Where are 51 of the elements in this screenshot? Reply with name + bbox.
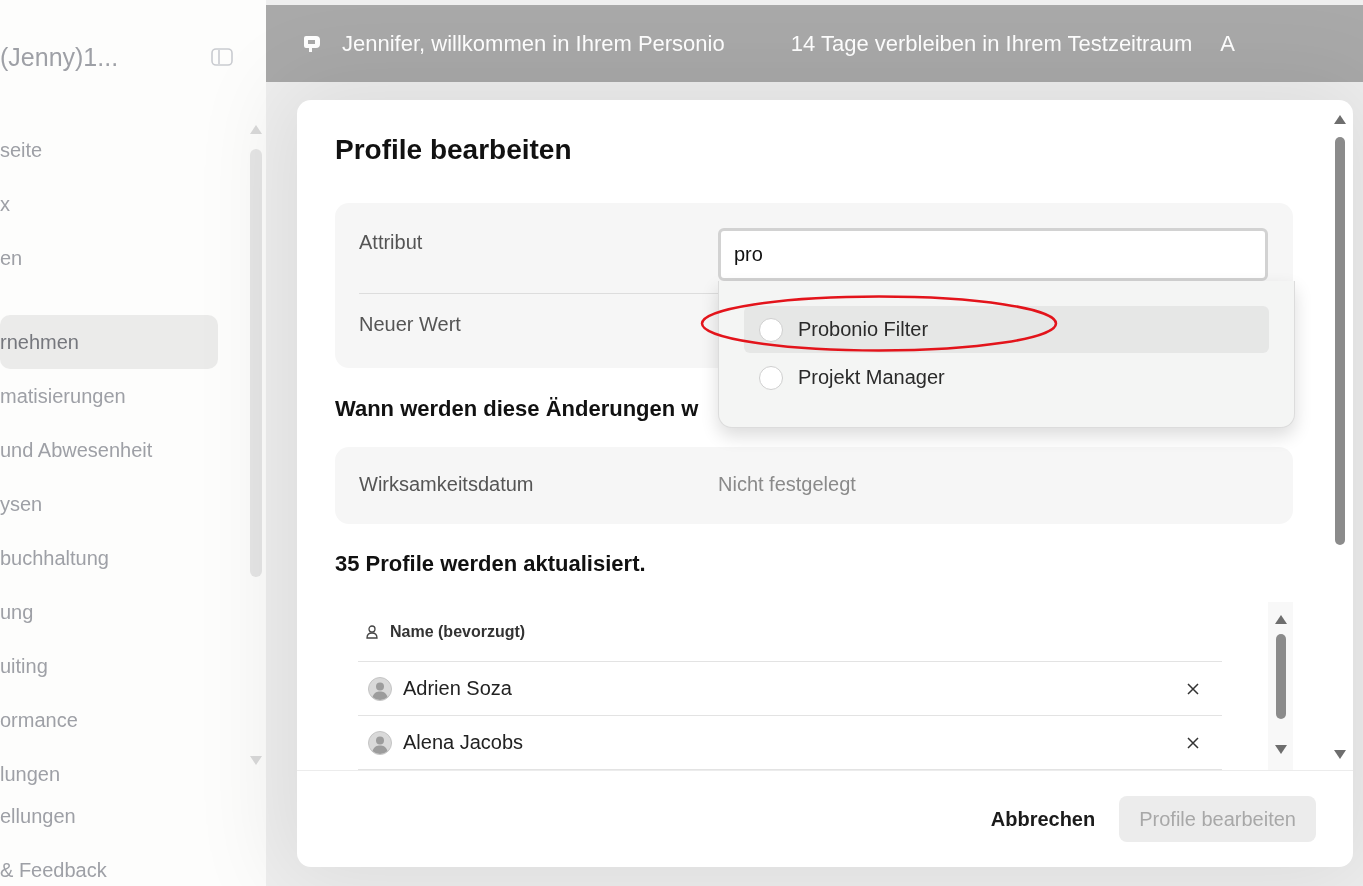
- bubble-icon: [302, 33, 322, 54]
- sidebar-item[interactable]: ellungen: [0, 801, 266, 831]
- avatar-icon: [368, 676, 392, 701]
- scroll-up-arrow-icon[interactable]: [1274, 615, 1287, 624]
- radio-button[interactable]: [759, 317, 783, 342]
- field-value: Nicht festgelegt: [718, 472, 857, 496]
- section-heading: 35 Profile werden aktualisiert.: [335, 551, 647, 577]
- sidebar-item[interactable]: ung: [0, 585, 218, 639]
- sidebar-item[interactable]: und Abwesenheit: [0, 423, 218, 477]
- section-heading: Wann werden diese Änderungen w: [335, 396, 700, 422]
- sidebar-item[interactable]: lungen: [0, 747, 218, 801]
- scroll-down-arrow-icon[interactable]: [1334, 750, 1346, 759]
- option-label: Probonio Filter: [798, 318, 929, 341]
- sidebar-item[interactable]: uiting: [0, 639, 218, 693]
- banner-action[interactable]: A: [1220, 29, 1235, 58]
- sidebar-item[interactable]: ormance: [0, 693, 218, 747]
- scrollbar[interactable]: [1268, 602, 1293, 770]
- panel-toggle-icon[interactable]: [211, 48, 233, 66]
- column-header: Name (bevorzugt): [390, 622, 526, 641]
- option-label: Projekt Manager: [798, 366, 945, 389]
- sidebar-item[interactable]: seite: [0, 123, 218, 177]
- dropdown-option[interactable]: Probonio Filter: [744, 306, 1269, 353]
- search-field[interactable]: pro: [718, 228, 1268, 281]
- scrollbar-thumb[interactable]: [1275, 634, 1286, 719]
- scrollbar-thumb[interactable]: [250, 149, 262, 577]
- sidebar-item[interactable]: & Feedback: [0, 855, 266, 885]
- field-label: Wirksamkeitsdatum: [359, 472, 535, 496]
- scrollbar-thumb[interactable]: [1335, 137, 1345, 545]
- radio-button[interactable]: [759, 365, 783, 390]
- sidebar-item[interactable]: x: [0, 177, 218, 231]
- sidebar-item[interactable]: ysen: [0, 477, 218, 531]
- trial-text: 14 Tage verbleiben in Ihrem Testzeitraum: [790, 29, 1193, 58]
- dropdown-option[interactable]: Projekt Manager: [744, 354, 1269, 401]
- cancel-button[interactable]: Abbrechen: [978, 796, 1108, 842]
- dialog-title: Profile bearbeiten: [335, 133, 573, 167]
- welcome-text: Jennifer, willkommen in Ihrem Personio: [342, 29, 725, 58]
- scroll-down-arrow-icon[interactable]: [1274, 745, 1287, 754]
- close-icon: [1187, 736, 1199, 749]
- account-name[interactable]: (Jenny)1...: [0, 42, 119, 72]
- scroll-up-arrow-icon[interactable]: [1334, 115, 1346, 124]
- sidebar-item[interactable]: buchhaltung: [0, 531, 218, 585]
- field-label: Attribut: [359, 230, 424, 255]
- profile-name: Alena Jacobs: [403, 731, 524, 754]
- sidebar-item[interactable]: en: [0, 231, 218, 285]
- person-icon: [366, 624, 378, 639]
- sidebar-item[interactable]: rnehmen: [0, 315, 218, 369]
- field-label: Neuer Wert: [359, 312, 462, 336]
- close-icon: [1187, 682, 1199, 695]
- avatar-icon: [368, 730, 392, 755]
- profile-name: Adrien Soza: [403, 677, 512, 700]
- sidebar-item[interactable]: matisierungen: [0, 369, 218, 423]
